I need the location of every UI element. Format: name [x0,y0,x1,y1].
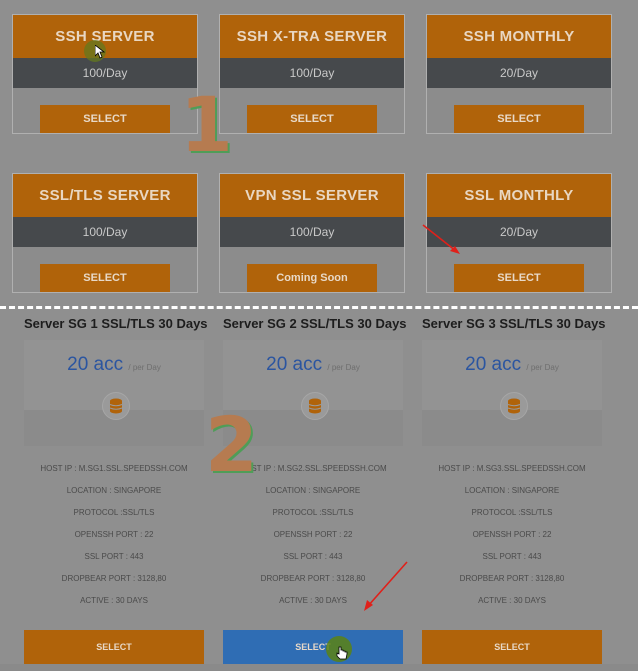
package-title: VPN SSL SERVER [220,174,404,217]
spec-dropbear-port: DROPBEAR PORT : 3128,80 [459,574,565,583]
spec-list: HOST IP : M.SG1.SSL.SPEEDSSH.COM LOCATIO… [24,458,204,612]
database-icon [102,392,130,420]
price-value: 20 acc [67,354,124,375]
spec-openssh-port: OPENSSH PORT : 22 [74,530,154,539]
spec-dropbear-port: DROPBEAR PORT : 3128,80 [61,574,167,583]
step-number-1: 1 [180,80,233,169]
package-quota: 100/Day [220,58,404,88]
plan-title: Server SG 1 SSL/TLS 30 Days [24,316,208,331]
select-button[interactable]: SELECT [40,264,170,292]
select-button[interactable]: SELECT [454,264,584,292]
plan-title: Server SG 3 SSL/TLS 30 Days [422,316,606,331]
price-value: 20 acc [266,354,323,375]
spec-protocol: PROTOCOL :SSL/TLS [73,508,155,517]
package-card-ssh-xtra-server: SSH X-TRA SERVER 100/Day SELECT [219,14,405,134]
plan-card-sg1: Server SG 1 SSL/TLS 30 Days 20 acc / per… [24,310,208,664]
spec-list: HOST IP : M.SG3.SSL.SPEEDSSH.COM LOCATIO… [422,458,602,612]
package-quota: 100/Day [220,217,404,247]
plan-price: 20 acc / per Day [223,354,403,376]
package-title: SSL MONTHLY [427,174,611,217]
package-title: SSH MONTHLY [427,15,611,58]
price-unit: / per Day [526,363,559,372]
package-card-ssh-monthly: SSH MONTHLY 20/Day SELECT [426,14,612,134]
price-unit: / per Day [327,363,360,372]
plan-price: 20 acc / per Day [422,354,602,376]
spec-active: ACTIVE : 30 DAYS [80,596,148,605]
select-button[interactable]: SELECT [247,105,377,133]
package-quota: 100/Day [13,58,197,88]
spec-host-ip: HOST IP : M.SG3.SSL.SPEEDSSH.COM [438,464,586,473]
database-icon [301,392,329,420]
price-unit: / per Day [128,363,161,372]
red-arrow-icon [422,224,460,254]
status-strip [0,664,638,671]
package-title: SSH X-TRA SERVER [220,15,404,58]
spec-location: LOCATION : SINGAPORE [464,486,560,495]
step-number-2: 2 [205,400,258,489]
package-quota: 20/Day [427,58,611,88]
spec-protocol: PROTOCOL :SSL/TLS [272,508,354,517]
plan-card-sg3: Server SG 3 SSL/TLS 30 Days 20 acc / per… [422,310,606,664]
select-button[interactable]: SELECT [24,630,204,664]
select-button-selected[interactable]: SELECT [223,630,403,664]
mouse-pointer-icon [95,45,105,59]
red-arrow-icon [364,561,408,611]
price-value: 20 acc [465,354,522,375]
spec-ssl-port: SSL PORT : 443 [482,552,542,561]
select-button[interactable]: SELECT [40,105,170,133]
package-title: SSL/TLS SERVER [13,174,197,217]
spec-host-ip: HOST IP : M.SG1.SSL.SPEEDSSH.COM [40,464,188,473]
section-divider [0,306,638,309]
spec-protocol: PROTOCOL :SSL/TLS [471,508,553,517]
spec-location: LOCATION : SINGAPORE [66,486,162,495]
plan-title: Server SG 2 SSL/TLS 30 Days [223,316,407,331]
spec-openssh-port: OPENSSH PORT : 22 [273,530,353,539]
select-button[interactable]: SELECT [454,105,584,133]
plan-price: 20 acc / per Day [24,354,204,376]
spec-ssl-port: SSL PORT : 443 [84,552,144,561]
package-quota: 100/Day [13,217,197,247]
hand-pointer-icon [336,646,348,660]
package-card-ssl-tls-server: SSL/TLS SERVER 100/Day SELECT [12,173,198,293]
package-card-ssh-server: SSH SERVER 100/Day SELECT [12,14,198,134]
select-button[interactable]: SELECT [422,630,602,664]
package-card-vpn-ssl-server: VPN SSL SERVER 100/Day Coming Soon [219,173,405,293]
spec-openssh-port: OPENSSH PORT : 22 [472,530,552,539]
spec-active: ACTIVE : 30 DAYS [478,596,546,605]
coming-soon-button[interactable]: Coming Soon [247,264,377,292]
database-icon [500,392,528,420]
